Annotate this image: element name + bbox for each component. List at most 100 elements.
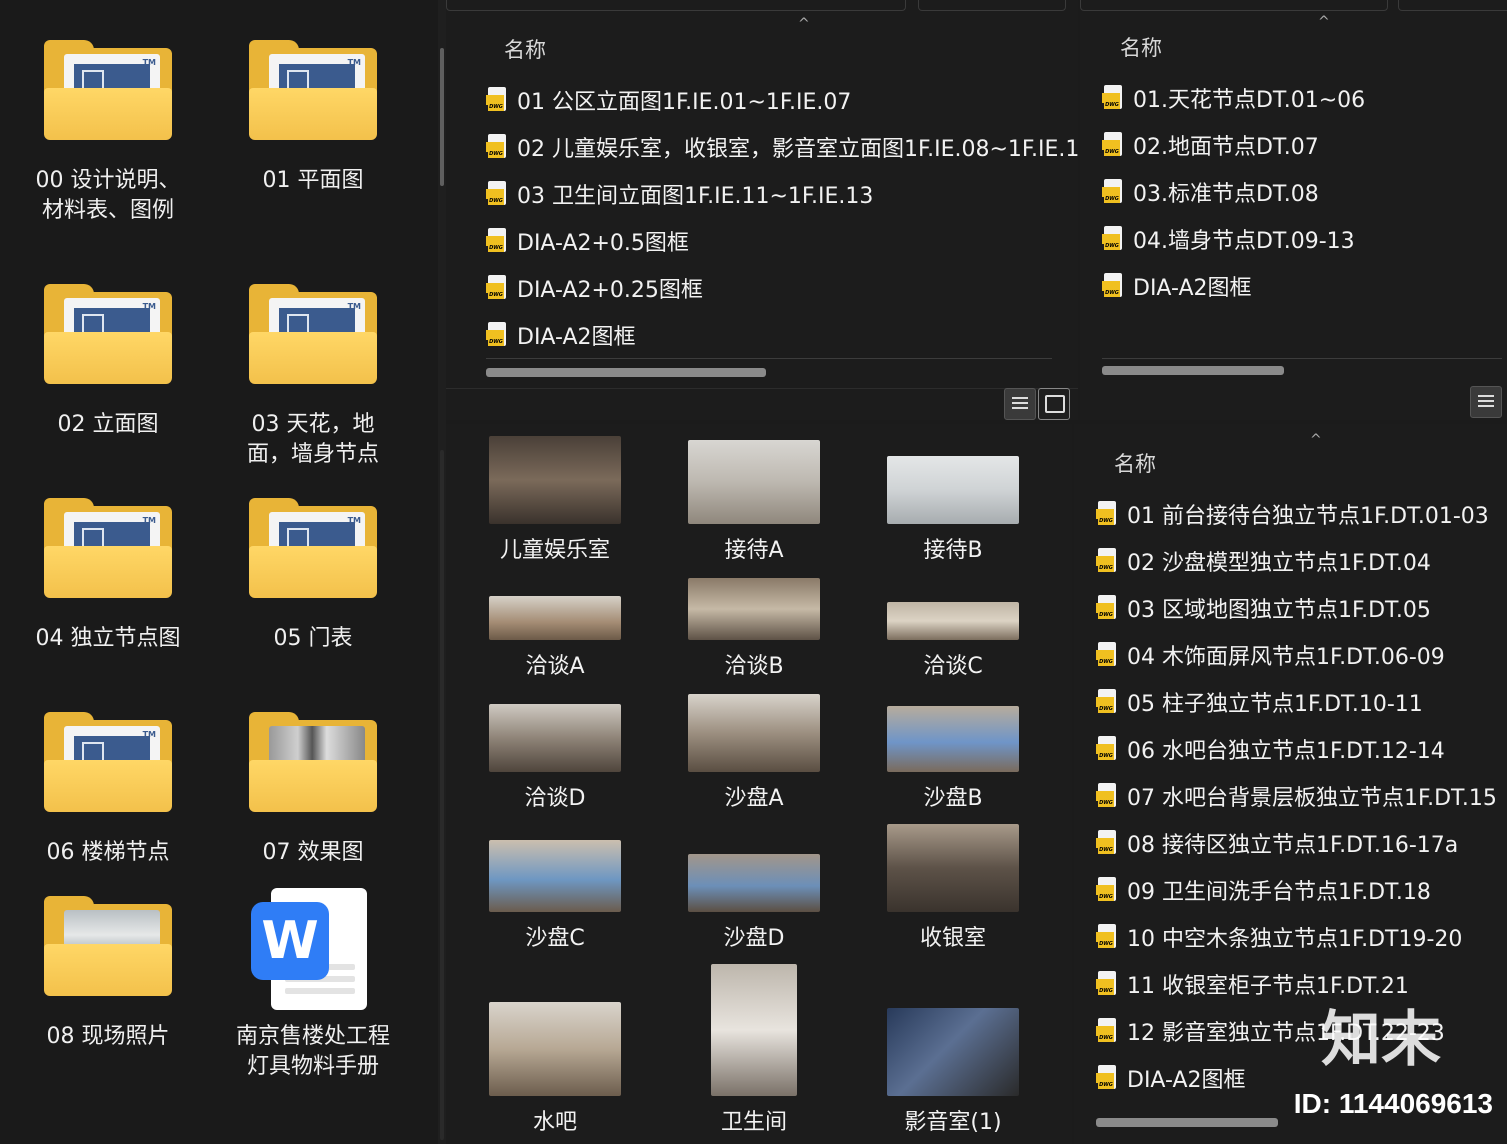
- folder-04[interactable]: TM 04 独立节点图: [28, 498, 188, 654]
- folder-07[interactable]: 07 效果图: [233, 712, 393, 868]
- file-row[interactable]: DWG 01 前台接待台独立节点1F.DT.01-03: [1096, 492, 1489, 536]
- file-row[interactable]: DWG 01.天花节点DT.01~06: [1102, 76, 1365, 120]
- file-row[interactable]: DWG 06 水吧台独立节点1F.DT.12-14: [1096, 727, 1445, 771]
- folder-08[interactable]: 08 现场照片: [28, 896, 188, 1052]
- folder-dwg-icon: TM: [249, 40, 377, 140]
- dwg-file-icon: DWG: [1096, 689, 1118, 715]
- dwg-file-icon: DWG: [1102, 179, 1124, 205]
- sort-up-icon[interactable]: ^: [798, 16, 810, 32]
- thumbnail-label: 水吧: [532, 1110, 577, 1135]
- folder-06[interactable]: TM 06 楼梯节点: [28, 712, 188, 868]
- horizontal-scrollbar[interactable]: [1096, 1118, 1278, 1127]
- file-row[interactable]: DWG 02 沙盘模型独立节点1F.DT.04: [1096, 539, 1431, 583]
- column-header-name[interactable]: 名称: [1114, 448, 1156, 478]
- horizontal-scrollbar[interactable]: [486, 368, 766, 377]
- thumbnail-label: 收银室: [919, 926, 986, 951]
- folder-label: 02 立面图: [57, 412, 159, 437]
- folder-00[interactable]: TM 00 设计说明、材料表、图例: [28, 40, 188, 226]
- file-list-pane-details: ^ 名称 DWG 01.天花节点DT.01~06 DWG 02.地面节点DT.07 …: [1080, 0, 1507, 420]
- thumbnail-label: 洽谈D: [524, 786, 586, 811]
- file-row[interactable]: DWG 02 儿童娱乐室，收银室，影音室立面图1F.IE.08~1F.IE.10: [486, 125, 1078, 169]
- dwg-file-icon: DWG: [1096, 1018, 1118, 1044]
- rendering-thumbnail[interactable]: 沙盘A: [664, 694, 844, 812]
- thumbnail-view-icon[interactable]: [1038, 388, 1070, 420]
- thumbnail-label: 洽谈B: [724, 654, 784, 679]
- dwg-file-icon: DWG: [486, 322, 508, 348]
- folder-01[interactable]: TM 01 平面图: [233, 40, 393, 196]
- folder-label: 04 独立节点图: [35, 626, 181, 651]
- dwg-file-icon: DWG: [1102, 226, 1124, 252]
- folder-photo-icon: [249, 712, 377, 812]
- file-row[interactable]: DWG 03 区域地图独立节点1F.DT.05: [1096, 586, 1431, 630]
- rendering-thumbnail[interactable]: 接待B: [863, 456, 1043, 564]
- thumbnail-label: 卫生间: [720, 1110, 787, 1135]
- rendering-thumbnail[interactable]: 儿童娱乐室: [465, 436, 645, 564]
- file-row[interactable]: DWG DIA-A2图框: [1102, 264, 1252, 308]
- rendering-thumbnail[interactable]: 收银室: [863, 824, 1043, 952]
- word-document[interactable]: W 南京售楼处工程灯具物料手册: [233, 884, 393, 1082]
- folder-label: 06 楼梯节点: [46, 840, 170, 865]
- folder-label: 00 设计说明、材料表、图例: [35, 168, 181, 223]
- file-row[interactable]: DWG 02.地面节点DT.07: [1102, 123, 1319, 167]
- folder-grid-pane: TM 00 设计说明、材料表、图例 TM 01 平面图 TM 02 立面图 TM…: [0, 0, 438, 1144]
- thumbnail-label: 洽谈C: [923, 654, 983, 679]
- file-row[interactable]: DWG DIA-A2+0.25图框: [486, 266, 703, 310]
- file-row[interactable]: DWG 10 中空木条独立节点1F.DT19-20: [1096, 915, 1462, 959]
- rendering-thumbnail[interactable]: 水吧: [465, 1002, 645, 1136]
- details-view-icon[interactable]: [1004, 388, 1036, 420]
- dwg-file-icon: DWG: [1102, 132, 1124, 158]
- dwg-file-icon: DWG: [1096, 924, 1118, 950]
- file-row[interactable]: DWG DIA-A2图框: [1096, 1056, 1246, 1100]
- file-row[interactable]: DWG 07 水吧台背景层板独立节点1F.DT.15: [1096, 774, 1497, 818]
- dwg-file-icon: DWG: [1102, 85, 1124, 111]
- thumbnail-label: 沙盘B: [923, 786, 983, 811]
- thumbnail-label: 洽谈A: [525, 654, 585, 679]
- rendering-thumbnail[interactable]: 影音室(1): [863, 1008, 1043, 1136]
- dwg-file-icon: DWG: [1096, 1065, 1118, 1091]
- vertical-scrollbar[interactable]: [438, 0, 446, 1144]
- rendering-thumbnail[interactable]: 洽谈C: [863, 602, 1043, 680]
- column-header-name[interactable]: 名称: [1120, 32, 1162, 62]
- dwg-file-icon: DWG: [486, 228, 508, 254]
- folder-02[interactable]: TM 02 立面图: [28, 284, 188, 440]
- folder-dwg-icon: TM: [44, 284, 172, 384]
- file-list-pane-elevation: ^ 名称 DWG 01 公区立面图1F.IE.01~1F.IE.07 DWG 02 …: [446, 0, 1078, 420]
- column-header-name[interactable]: 名称: [504, 34, 546, 64]
- dwg-file-icon: DWG: [1102, 273, 1124, 299]
- rendering-thumbnail[interactable]: 沙盘B: [863, 706, 1043, 812]
- file-row[interactable]: DWG DIA-A2图框: [486, 313, 636, 357]
- dwg-file-icon: DWG: [1096, 642, 1118, 668]
- renderings-thumbnail-pane: 儿童娱乐室 接待A 接待B 洽谈A 洽谈B 洽谈C 洽谈D 沙盘A 沙盘B 沙盘…: [446, 424, 1072, 1144]
- rendering-thumbnail[interactable]: 洽谈B: [664, 578, 844, 680]
- file-row[interactable]: DWG 05 柱子独立节点1F.DT.10-11: [1096, 680, 1423, 724]
- folder-dwg-icon: TM: [44, 498, 172, 598]
- details-view-icon[interactable]: [1470, 386, 1502, 418]
- rendering-thumbnail[interactable]: 洽谈A: [465, 596, 645, 680]
- file-row[interactable]: DWG 08 接待区独立节点1F.DT.16-17a: [1096, 821, 1458, 865]
- folder-05[interactable]: TM 05 门表: [233, 498, 393, 654]
- file-row[interactable]: DWG 09 卫生间洗手台节点1F.DT.18: [1096, 868, 1431, 912]
- sort-up-icon[interactable]: ^: [1310, 432, 1322, 448]
- folder-dwg-icon: TM: [44, 712, 172, 812]
- rendering-thumbnail[interactable]: 沙盘C: [465, 840, 645, 952]
- rendering-thumbnail[interactable]: 接待A: [664, 440, 844, 564]
- file-row[interactable]: DWG 03.标准节点DT.08: [1102, 170, 1319, 214]
- dwg-file-icon: DWG: [1096, 830, 1118, 856]
- sort-up-icon[interactable]: ^: [1318, 14, 1330, 30]
- word-doc-icon: W: [249, 884, 377, 1012]
- rendering-thumbnail[interactable]: 卫生间: [664, 964, 844, 1136]
- file-list-pane-independent: ^ 名称 DWG 01 前台接待台独立节点1F.DT.01-03 DWG 02 沙盘…: [1074, 424, 1507, 1144]
- file-row[interactable]: DWG 01 公区立面图1F.IE.01~1F.IE.07: [486, 78, 851, 122]
- folder-03[interactable]: TM 03 天花，地面，墙身节点: [233, 284, 393, 470]
- rendering-thumbnail[interactable]: 沙盘D: [664, 854, 844, 952]
- folder-photo-icon: [44, 896, 172, 996]
- rendering-thumbnail[interactable]: 洽谈D: [465, 704, 645, 812]
- file-row[interactable]: DWG 04.墙身节点DT.09-13: [1102, 217, 1355, 261]
- dwg-file-icon: DWG: [486, 134, 508, 160]
- folder-dwg-icon: TM: [249, 498, 377, 598]
- file-row[interactable]: DWG 04 木饰面屏风节点1F.DT.06-09: [1096, 633, 1445, 677]
- file-row[interactable]: DWG DIA-A2+0.5图框: [486, 219, 689, 263]
- file-row[interactable]: DWG 03 卫生间立面图1F.IE.11~1F.IE.13: [486, 172, 873, 216]
- folder-label: 07 效果图: [262, 840, 364, 865]
- horizontal-scrollbar[interactable]: [1102, 366, 1284, 375]
